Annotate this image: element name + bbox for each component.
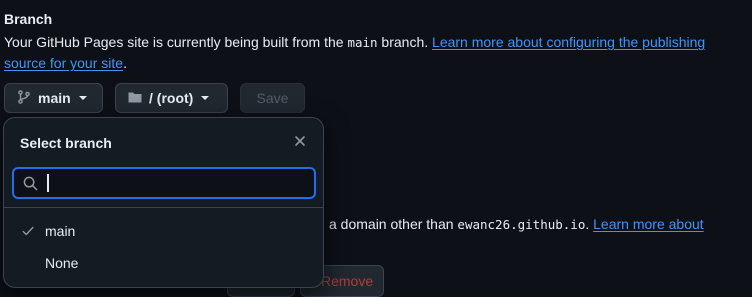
branch-search-field[interactable] bbox=[12, 167, 316, 199]
caret-down-icon bbox=[78, 96, 87, 100]
branch-select-button[interactable]: main bbox=[4, 83, 103, 113]
popover-title: Select branch bbox=[20, 135, 112, 151]
branch-option-none[interactable]: None bbox=[4, 247, 323, 279]
desc-suffix: . bbox=[123, 55, 127, 71]
folder-select-label: / (root) bbox=[149, 90, 194, 106]
domain-code: ewanc26.github.io bbox=[457, 217, 586, 232]
text-cursor bbox=[47, 174, 49, 192]
git-branch-icon bbox=[16, 89, 32, 108]
branch-select-label: main bbox=[38, 90, 71, 106]
popover-divider bbox=[4, 207, 323, 208]
custom-domain-learn-more-link[interactable]: Learn more about bbox=[593, 216, 704, 232]
select-branch-popover: Select branch main None bbox=[3, 117, 324, 288]
custom-domain-after: . bbox=[585, 216, 594, 232]
check-icon bbox=[21, 224, 35, 241]
desc-branch-code: main bbox=[347, 35, 378, 50]
folder-select-button[interactable]: / (root) bbox=[115, 83, 228, 113]
folder-icon bbox=[127, 89, 143, 108]
section-heading: Branch bbox=[4, 11, 53, 27]
branch-option-main[interactable]: main bbox=[4, 215, 323, 247]
branch-option-label: main bbox=[45, 223, 76, 239]
save-button[interactable]: Save bbox=[240, 83, 305, 113]
custom-domain-text: a domain other than ewanc26.github.io. L… bbox=[329, 213, 704, 236]
search-icon bbox=[23, 176, 38, 194]
caret-down-icon bbox=[201, 96, 210, 100]
custom-domain-prefix: a domain other than bbox=[329, 216, 458, 232]
branch-option-label: None bbox=[45, 255, 79, 271]
branch-search-input[interactable] bbox=[42, 172, 312, 196]
desc-prefix: Your GitHub Pages site is currently bein… bbox=[4, 34, 348, 50]
desc-mid: branch. bbox=[377, 34, 433, 50]
section-description: Your GitHub Pages site is currently bein… bbox=[4, 32, 744, 74]
close-icon[interactable] bbox=[292, 133, 308, 149]
